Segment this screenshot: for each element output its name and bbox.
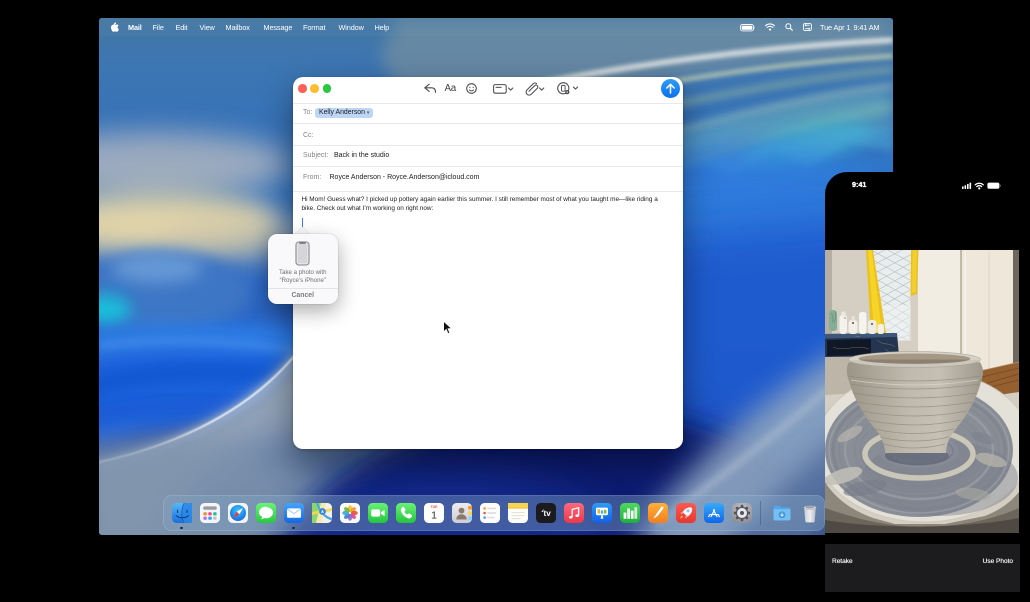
svg-text:tv: tv xyxy=(543,509,551,518)
svg-text:1: 1 xyxy=(431,509,437,521)
svg-text:TUE: TUE xyxy=(430,504,438,508)
